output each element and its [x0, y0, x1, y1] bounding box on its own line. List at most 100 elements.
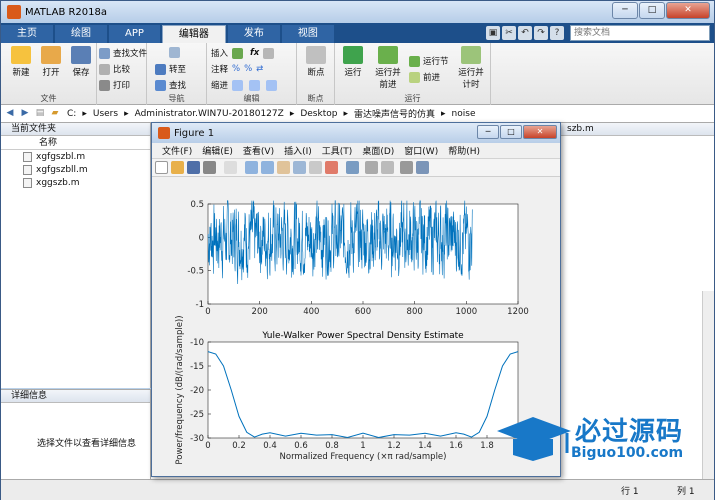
link-icon[interactable] — [346, 161, 359, 174]
find-files-button[interactable]: 查找文件 — [99, 47, 147, 59]
percent-icon[interactable]: % — [232, 64, 240, 74]
data-cursor-icon[interactable] — [309, 161, 322, 174]
minimize-button[interactable]: ─ — [612, 2, 638, 19]
x-tick-label: 1.6 — [449, 441, 463, 451]
new-button[interactable]: 新建 — [5, 46, 37, 78]
search-input[interactable]: 搜索文档 — [570, 25, 710, 41]
hide-tools-icon[interactable] — [400, 161, 413, 174]
new-figure-icon[interactable] — [155, 161, 168, 174]
redo-icon[interactable]: ↷ — [534, 26, 548, 40]
brush-icon[interactable] — [325, 161, 338, 174]
print-button[interactable]: 打印 — [99, 79, 130, 91]
run-section-button[interactable]: 运行节 — [409, 55, 449, 67]
forward-arrow-icon[interactable]: ▶ — [19, 108, 31, 120]
back-arrow-icon[interactable]: ◀ — [4, 108, 16, 120]
dock-icon[interactable] — [416, 161, 429, 174]
help-icon[interactable]: ? — [550, 26, 564, 40]
y-tick-label: -1 — [196, 300, 204, 310]
x-tick-label: 0 — [205, 307, 210, 317]
open-file-icon[interactable] — [171, 161, 184, 174]
insert-button[interactable]: 插入 fx — [211, 47, 277, 59]
folder-up-icon[interactable]: ▤ — [34, 108, 46, 120]
menu-file[interactable]: 文件(F) — [162, 144, 192, 157]
printer-icon — [99, 79, 110, 91]
stopwatch-icon — [461, 46, 481, 64]
save-button[interactable]: 保存 — [65, 46, 97, 78]
back-forward[interactable] — [169, 47, 183, 58]
find-files-icon — [99, 47, 110, 59]
rotate-icon[interactable] — [293, 161, 306, 174]
menu-help[interactable]: 帮助(H) — [448, 144, 480, 157]
undo-icon[interactable]: ↶ — [518, 26, 532, 40]
menu-tools[interactable]: 工具(T) — [322, 144, 353, 157]
path-part[interactable]: noise — [452, 109, 476, 119]
zoom-out-icon[interactable] — [261, 161, 274, 174]
advance-button[interactable]: 前进 — [409, 71, 440, 83]
indent-less-icon — [266, 79, 278, 91]
group-label-run: 运行 — [404, 94, 421, 103]
toolstrip-tabs: 主页 绘图 APP 编辑器 发布 视图 ▣ ✂ ↶ ↷ ? 搜索文档 — [1, 23, 714, 43]
tab-view[interactable]: 视图 — [281, 25, 334, 43]
indent-button[interactable]: 缩进 — [211, 79, 280, 91]
zoom-in-icon[interactable] — [245, 161, 258, 174]
pan-icon[interactable] — [277, 161, 290, 174]
insert-icon — [232, 47, 244, 59]
tab-home[interactable]: 主页 — [1, 25, 53, 43]
run-time-button[interactable]: 运行并 计时 — [453, 46, 489, 90]
x-tick-label: 1.4 — [418, 441, 432, 451]
path-part[interactable]: Administrator.WIN7U-20180127Z — [135, 109, 284, 119]
details-title: 详细信息 — [1, 390, 150, 403]
file-item[interactable]: xgfgszbl.m — [1, 150, 150, 163]
tab-plots[interactable]: 绘图 — [55, 25, 107, 43]
run-button[interactable]: 运行 — [337, 46, 369, 78]
breakpoints-button[interactable]: 断点 — [300, 46, 332, 78]
open-button[interactable]: 打开 — [35, 46, 67, 78]
x-tick-label: 600 — [355, 307, 371, 317]
wrap-icon[interactable]: ⇄ — [256, 64, 263, 74]
menu-view[interactable]: 查看(V) — [243, 144, 274, 157]
tab-publish[interactable]: 发布 — [227, 25, 280, 43]
tab-apps[interactable]: APP — [109, 25, 160, 43]
details-panel: 详细信息 选择文件以查看详细信息 — [1, 389, 151, 479]
fx-icon[interactable]: fx — [250, 48, 259, 58]
tab-editor[interactable]: 编辑器 — [161, 25, 226, 43]
editor-tab-label[interactable]: szb.m — [561, 123, 714, 136]
breakpoints-group: 断点 断点 — [297, 43, 335, 105]
x-tick-label: 200 — [252, 307, 268, 317]
menu-edit[interactable]: 编辑(E) — [202, 144, 233, 157]
figure-close-button[interactable]: ✕ — [523, 125, 557, 139]
menu-insert[interactable]: 插入(I) — [284, 144, 312, 157]
find-button[interactable]: 查找 — [155, 79, 186, 91]
path-part[interactable]: C: — [67, 109, 76, 119]
run-advance-button[interactable]: 运行并 前进 — [371, 46, 405, 90]
y-axis-label: Power/frequency (dB/(rad/sample)) — [175, 315, 185, 464]
path-part[interactable]: 雷达噪声信号的仿真 — [354, 107, 435, 120]
menu-desktop[interactable]: 桌面(D) — [362, 144, 394, 157]
compare-button[interactable]: 比较 — [99, 63, 130, 75]
path-part[interactable]: Users — [93, 109, 118, 119]
maximize-button[interactable]: □ — [639, 2, 665, 19]
percent-remove-icon[interactable]: % — [244, 64, 252, 74]
legend-icon[interactable] — [381, 161, 394, 174]
figure-minimize-button[interactable]: ─ — [477, 125, 499, 139]
file-item[interactable]: xgfgszbll.m — [1, 163, 150, 176]
close-button[interactable]: ✕ — [666, 2, 710, 19]
colorbar-icon[interactable] — [365, 161, 378, 174]
x-tick-label: 1200 — [507, 307, 529, 317]
graduation-cap-logo — [497, 417, 571, 461]
x-axis-label: Normalized Frequency (×π rad/sample) — [280, 452, 447, 462]
pointer-icon[interactable] — [224, 161, 237, 174]
figure-maximize-button[interactable]: □ — [500, 125, 522, 139]
path-part[interactable]: Desktop — [300, 109, 337, 119]
comment-button[interactable]: 注释%% ⇄ — [211, 63, 263, 75]
indent-more-icon — [249, 79, 261, 91]
file-item[interactable]: xggszb.m — [1, 176, 150, 189]
cut-icon[interactable]: ✂ — [502, 26, 516, 40]
column-header-name[interactable]: 名称 — [1, 136, 150, 150]
goto-button[interactable]: 转至 — [155, 63, 186, 75]
save-figure-icon[interactable] — [187, 161, 200, 174]
menu-window[interactable]: 窗口(W) — [404, 144, 438, 157]
save-quick-icon[interactable]: ▣ — [486, 26, 500, 40]
browse-folder-icon[interactable]: ▰ — [49, 108, 61, 120]
print-figure-icon[interactable] — [203, 161, 216, 174]
